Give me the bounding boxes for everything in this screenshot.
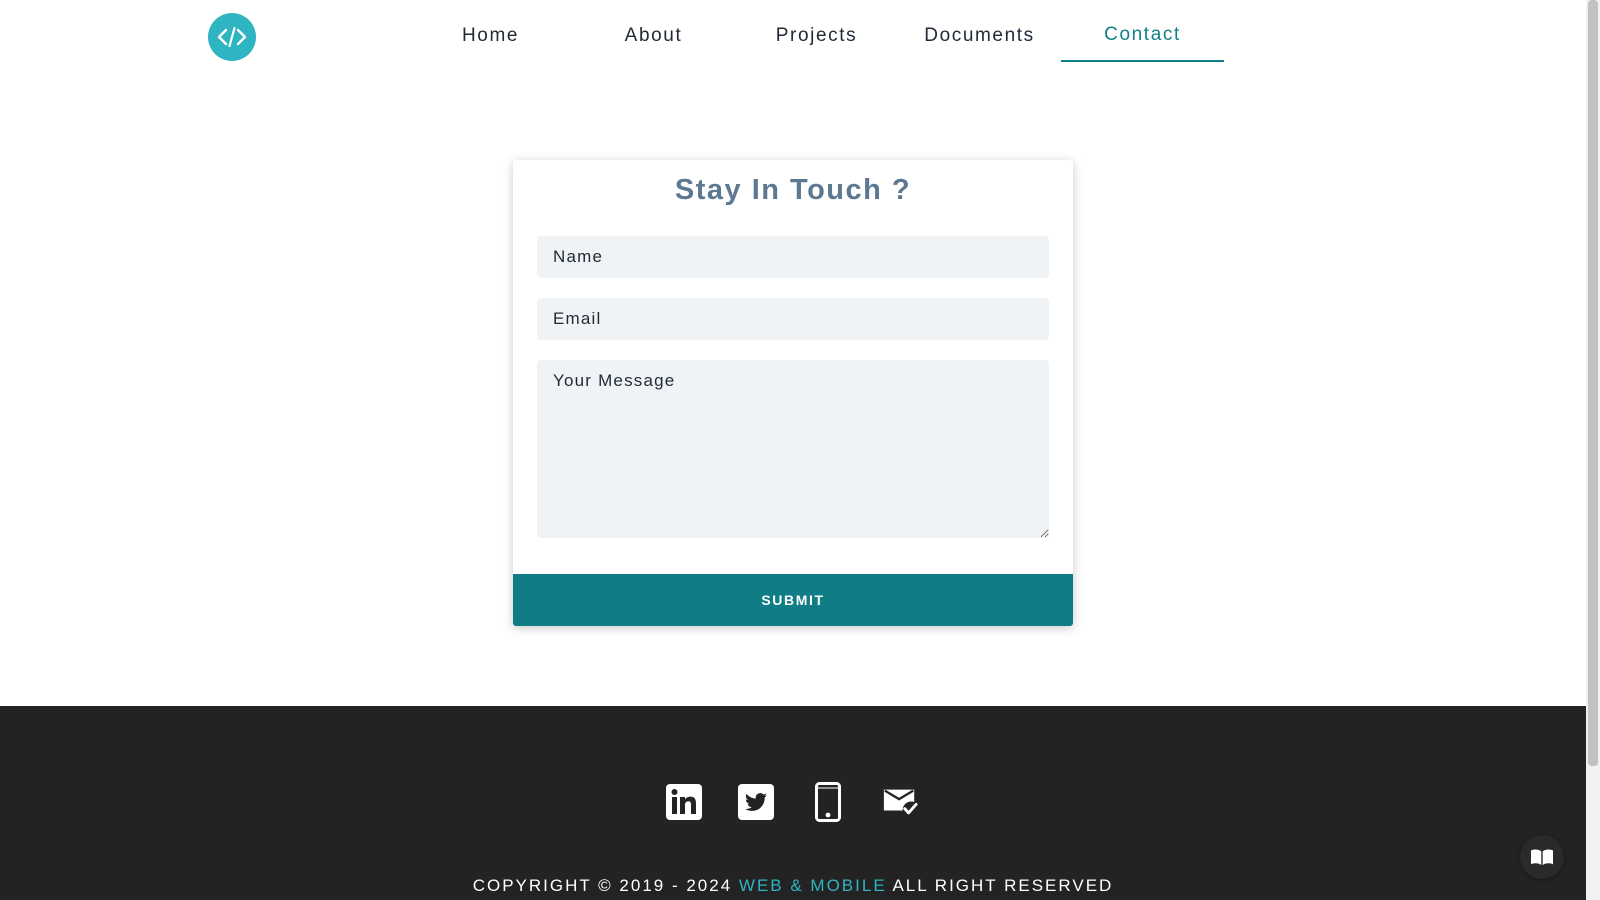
linkedin-icon[interactable]: [666, 782, 702, 822]
nav-about[interactable]: About: [572, 16, 735, 62]
nav-projects[interactable]: Projects: [735, 16, 898, 62]
footer: COPYRIGHT © 2019 - 2024 WEB & MOBILE ALL…: [0, 706, 1586, 900]
copyright-brand-link[interactable]: WEB & MOBILE: [739, 876, 887, 895]
nav-home[interactable]: Home: [409, 16, 572, 62]
logo-code-icon[interactable]: [208, 13, 256, 61]
email-input[interactable]: [537, 298, 1049, 340]
copyright-prefix: COPYRIGHT © 2019 - 2024: [472, 876, 733, 895]
main-nav: Home About Projects Documents Contact: [409, 16, 1224, 62]
message-textarea[interactable]: [537, 360, 1049, 538]
reader-mode-button[interactable]: [1520, 835, 1564, 879]
copyright-suffix: ALL RIGHT RESERVED: [892, 876, 1114, 895]
form-title: Stay In Touch ?: [674, 174, 912, 206]
book-icon: [1531, 849, 1553, 865]
copyright-text: COPYRIGHT © 2019 - 2024 WEB & MOBILE ALL…: [0, 876, 1586, 896]
scrollbar-thumb[interactable]: [1588, 0, 1598, 766]
nav-contact[interactable]: Contact: [1061, 16, 1224, 62]
scrollbar[interactable]: [1586, 0, 1600, 900]
twitter-icon[interactable]: [738, 782, 774, 822]
name-input[interactable]: [537, 236, 1049, 278]
phone-icon[interactable]: [810, 782, 846, 822]
page: Home About Projects Documents Contact St…: [0, 0, 1586, 900]
mail-check-icon[interactable]: [882, 782, 918, 822]
social-links: [666, 782, 918, 822]
contact-form-card: Stay In Touch ? SUBMIT: [513, 160, 1073, 626]
nav-documents[interactable]: Documents: [898, 16, 1061, 62]
submit-button[interactable]: SUBMIT: [513, 574, 1073, 626]
code-icon: [217, 26, 247, 48]
